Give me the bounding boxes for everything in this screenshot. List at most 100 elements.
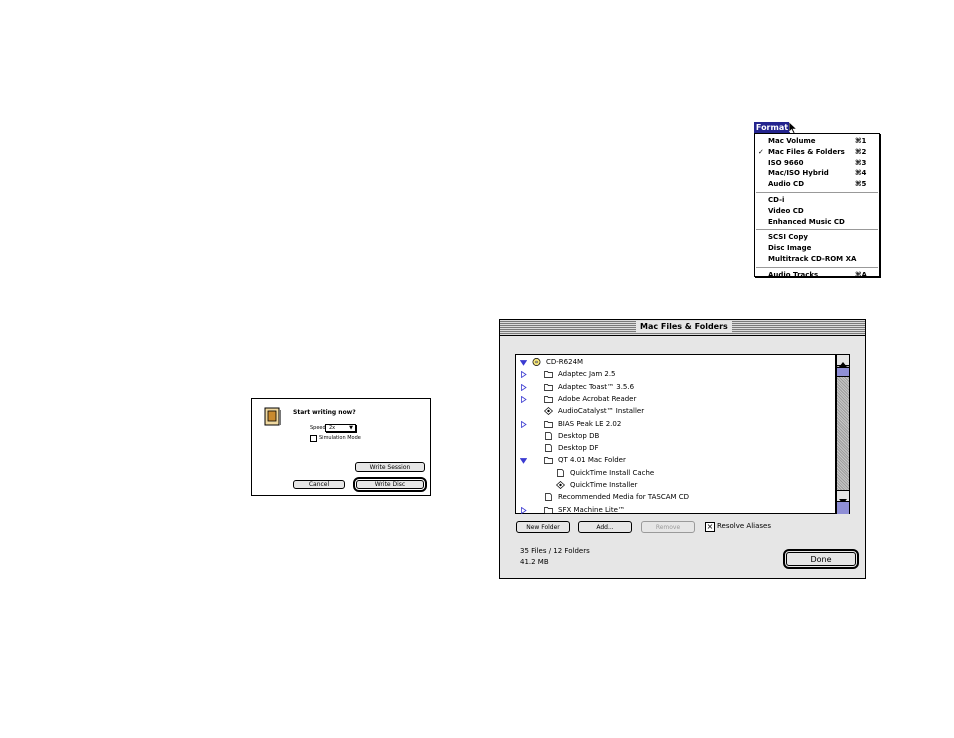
- total-size: 41.2 MB: [520, 558, 549, 566]
- list-item[interactable]: CD-R624M: [516, 356, 834, 368]
- add-button[interactable]: Add...: [578, 521, 632, 533]
- disclosure-open-icon[interactable]: [520, 457, 527, 465]
- list-item-name: QT 4.01 Mac Folder: [558, 456, 626, 465]
- folder-icon: [544, 420, 553, 428]
- menu-item[interactable]: Audio CD ⌘5: [755, 179, 879, 189]
- list-item[interactable]: Desktop DF: [516, 442, 834, 454]
- menu-item-shortcut: ⌘5: [855, 180, 867, 189]
- list-item[interactable]: QuickTime Install Cache: [516, 467, 834, 479]
- list-item-name: Desktop DF: [558, 444, 599, 453]
- disclosure-closed-icon[interactable]: [520, 395, 527, 403]
- menu-item[interactable]: Disc Image: [755, 243, 879, 253]
- cancel-button[interactable]: Cancel: [293, 480, 345, 489]
- folder-icon: [544, 457, 553, 465]
- list-item[interactable]: Recommended Media for TASCAM CD: [516, 491, 834, 503]
- application-icon: [544, 407, 553, 416]
- checkmark-icon: ✓: [758, 147, 764, 156]
- menu-item-label: Audio Tracks: [768, 270, 819, 279]
- list-item-name: Adobe Acrobat Reader: [558, 394, 637, 403]
- menu-item[interactable]: Mac/ISO Hybrid ⌘4: [755, 168, 879, 178]
- start-writing-dialog: Start writing now? Speed: 2x ▼ Simulation…: [251, 398, 431, 496]
- menu-item[interactable]: ISO 9660 ⌘3: [755, 158, 879, 168]
- list-item[interactable]: SFX Machine Lite™: [516, 504, 834, 516]
- list-item[interactable]: Adaptec Jam 2.5: [516, 368, 834, 380]
- disclosure-closed-icon[interactable]: [520, 506, 527, 514]
- menu-item-label: Mac Volume: [768, 137, 816, 145]
- format-menu-title[interactable]: Format: [754, 122, 790, 133]
- cd-disc-icon: [532, 358, 541, 366]
- document-icon: [545, 493, 552, 502]
- list-item[interactable]: Adaptec Toast™ 3.5.6: [516, 381, 834, 393]
- menu-item-label: Disc Image: [768, 244, 812, 253]
- disclosure-closed-icon[interactable]: [520, 371, 527, 379]
- menu-item[interactable]: Mac Volume ⌘1: [755, 136, 879, 146]
- speed-popup[interactable]: 2x ▼: [325, 424, 356, 432]
- menu-item-label: ISO 9660: [768, 158, 804, 167]
- list-item-name: AudioCatalyst™ Installer: [558, 407, 645, 416]
- menu-item-label: Enhanced Music CD: [768, 217, 845, 226]
- document-icon: [545, 444, 552, 452]
- new-folder-button[interactable]: New Folder: [516, 521, 570, 533]
- done-button[interactable]: Done: [783, 549, 859, 569]
- menu-item-shortcut: ⌘4: [855, 169, 867, 178]
- document-icon: [557, 468, 564, 477]
- menu-item[interactable]: CD-i: [755, 195, 879, 205]
- menu-item[interactable]: Enhanced Music CD: [755, 217, 879, 227]
- list-item[interactable]: QT 4.01 Mac Folder: [516, 454, 834, 466]
- list-item[interactable]: BIAS Peak LE 2.02: [516, 418, 834, 430]
- list-item-name: BIAS Peak LE 2.02: [558, 419, 622, 428]
- list-item-name: QuickTime Install Cache: [570, 468, 655, 477]
- menu-item[interactable]: Video CD: [755, 206, 879, 216]
- vertical-scrollbar[interactable]: [836, 354, 850, 514]
- menu-item-shortcut: ⌘2: [855, 147, 867, 156]
- write-disc-button[interactable]: Write Disc: [353, 477, 427, 492]
- file-list[interactable]: CD-R624M Adaptec Jam 2.5 Adaptec Toast™ 3.…: [515, 354, 836, 514]
- list-item-name: Recommended Media for TASCAM CD: [558, 493, 690, 502]
- resize-grip-icon[interactable]: [837, 501, 849, 514]
- scroll-down-arrow[interactable]: [837, 490, 849, 504]
- folder-icon: [544, 383, 553, 391]
- folder-icon: [544, 396, 553, 403]
- mac-files-folders-window: Mac Files & Folders CD-R624M Adaptec Jam …: [499, 319, 866, 579]
- remove-button[interactable]: Remove: [641, 521, 695, 533]
- list-item[interactable]: QuickTime Installer: [516, 479, 834, 491]
- folder-icon: [544, 506, 553, 514]
- list-item-name: CD-R624M: [546, 358, 584, 366]
- list-item-name: QuickTime Installer: [570, 481, 638, 489]
- menu-item-shortcut: ⌘1: [855, 137, 867, 145]
- menu-item-shortcut: ⌘A: [855, 270, 867, 279]
- disclosure-closed-icon[interactable]: [520, 420, 527, 428]
- list-item[interactable]: Desktop DB: [516, 430, 834, 442]
- list-item[interactable]: Adobe Acrobat Reader: [516, 393, 834, 405]
- popup-arrow-icon: ▼: [349, 425, 353, 431]
- simulation-checkbox[interactable]: [310, 435, 317, 442]
- format-menu-panel: Mac Volume ⌘1 ✓ Mac Files & Folders ⌘2 ISO 96…: [754, 133, 880, 280]
- menu-separator: [756, 192, 878, 193]
- list-item[interactable]: AudioCatalyst™ Installer: [516, 405, 834, 417]
- resolve-aliases-checkbox[interactable]: ×: [705, 522, 715, 532]
- menu-item[interactable]: ✓ Mac Files & Folders ⌘2: [755, 147, 879, 157]
- disclosure-closed-icon[interactable]: [520, 383, 527, 391]
- toast-app-icon: [264, 407, 281, 426]
- disclosure-open-icon[interactable]: [520, 359, 527, 366]
- document-icon: [545, 431, 552, 440]
- list-item-name: SFX Machine Lite™: [558, 505, 625, 514]
- menu-item-label: Mac Files & Folders: [768, 147, 845, 156]
- simulation-label: Simulation Mode: [319, 435, 361, 441]
- menu-item-label: Mac/ISO Hybrid: [768, 169, 829, 178]
- list-item-name: Adaptec Toast™ 3.5.6: [558, 382, 635, 391]
- folder-icon: [544, 371, 553, 379]
- menu-separator: [756, 229, 878, 231]
- scroll-thumb[interactable]: [837, 367, 849, 377]
- menu-item-label: SCSI Copy: [768, 233, 808, 242]
- menu-item-label: CD-i: [768, 196, 785, 204]
- menu-item[interactable]: SCSI Copy: [755, 232, 879, 242]
- write-session-button[interactable]: Write Session: [355, 462, 425, 472]
- scroll-up-arrow[interactable]: [837, 355, 849, 367]
- list-item-name: Desktop DB: [558, 431, 600, 440]
- resolve-aliases-label: Resolve Aliases: [717, 522, 771, 530]
- window-title: Mac Files & Folders: [636, 321, 732, 333]
- menu-item[interactable]: Audio Tracks ⌘A: [755, 270, 879, 280]
- menu-item[interactable]: Multitrack CD-ROM XA: [755, 254, 879, 264]
- window-title-bar[interactable]: Mac Files & Folders: [500, 320, 865, 336]
